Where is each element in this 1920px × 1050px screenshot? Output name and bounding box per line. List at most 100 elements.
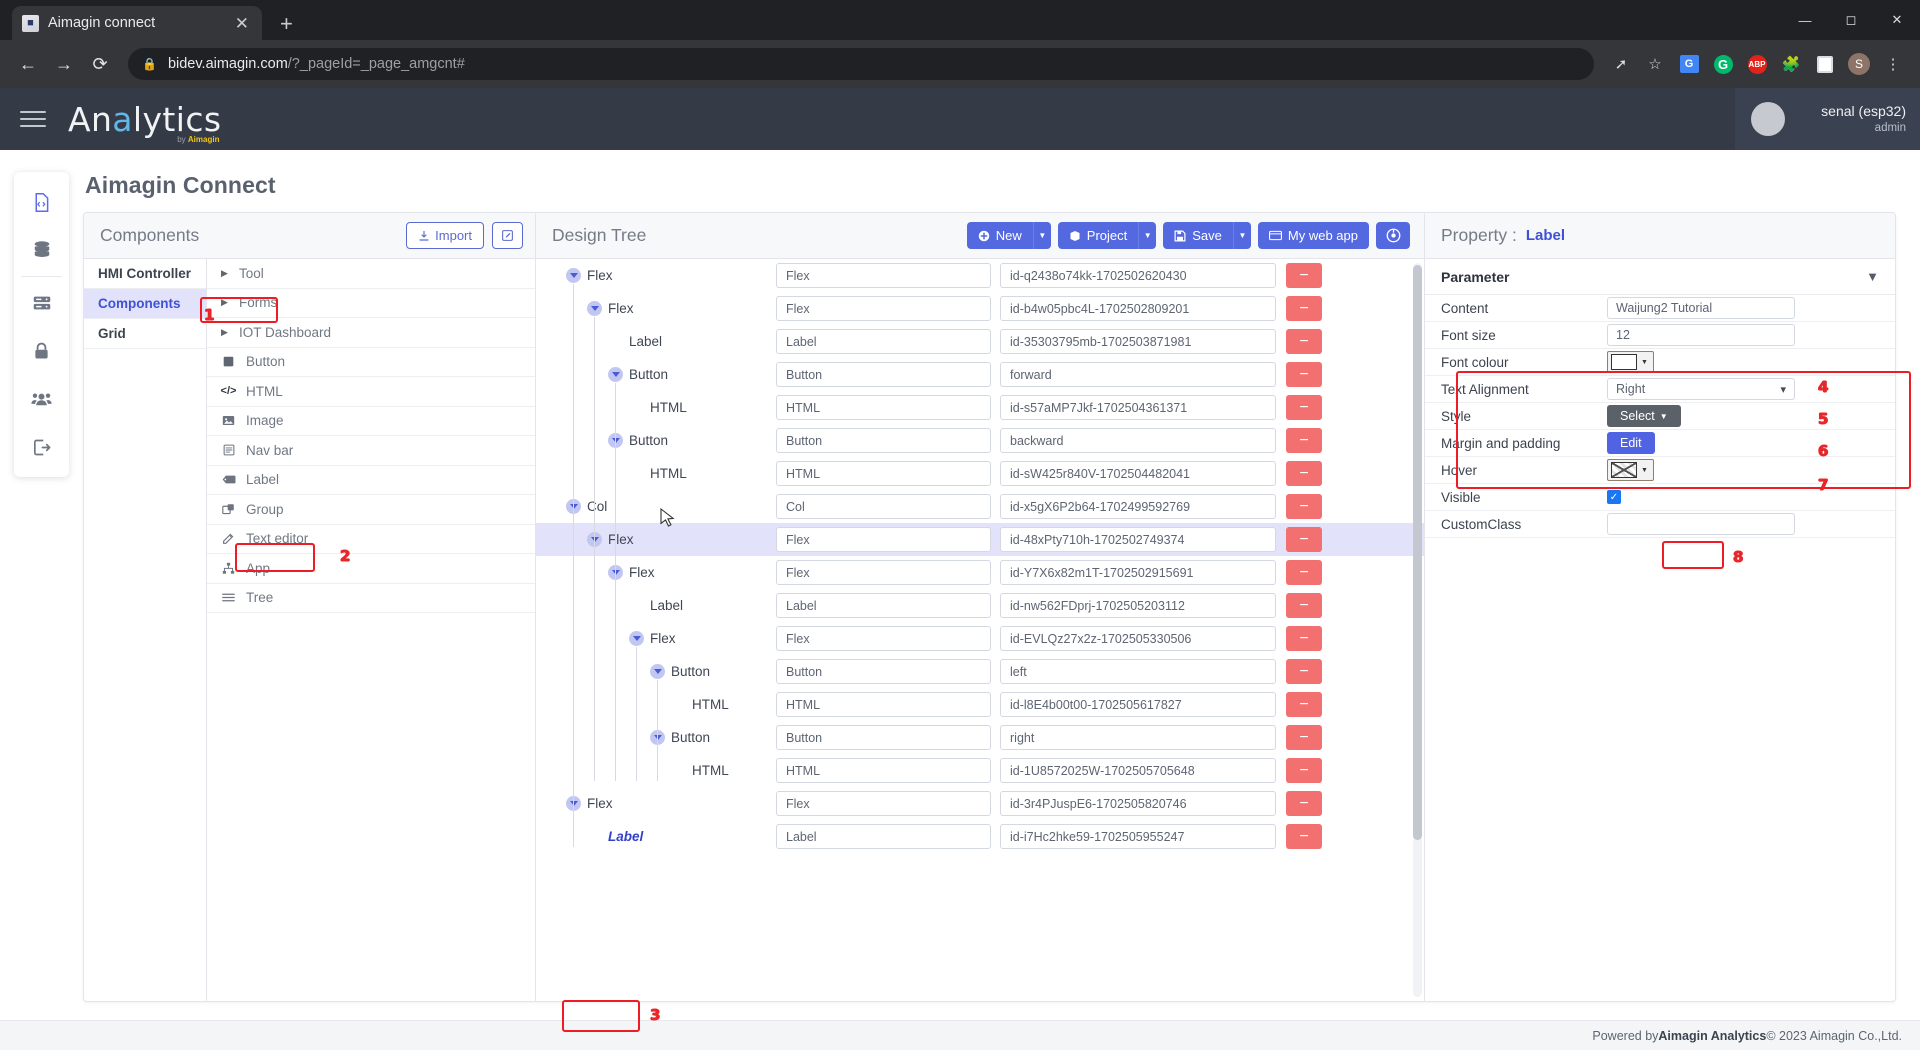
remove-node-button[interactable]: − — [1286, 362, 1322, 387]
tree-node-id-field[interactable]: id-x5gX6P2b64-1702499592769 — [1000, 494, 1276, 519]
chrome-menu-icon[interactable]: ⋮ — [1878, 49, 1908, 79]
tree-node-type-field[interactable]: Flex — [776, 791, 991, 816]
remove-node-button[interactable]: − — [1286, 725, 1322, 750]
design-tree-scrollbar[interactable] — [1413, 263, 1422, 997]
grammarly-icon[interactable]: G — [1708, 49, 1738, 79]
adblock-plus-icon[interactable]: ABP — [1742, 49, 1772, 79]
tree-node-type-field[interactable]: HTML — [776, 758, 991, 783]
save-dropdown-caret[interactable]: ▼ — [1232, 222, 1251, 249]
edit-components-button[interactable] — [492, 222, 523, 249]
tree-node-id-field[interactable]: backward — [1000, 428, 1276, 453]
customclass-field[interactable] — [1607, 513, 1795, 535]
remove-node-button[interactable]: − — [1286, 593, 1322, 618]
preview-button[interactable] — [1376, 222, 1410, 249]
sidebar-item-security[interactable] — [14, 327, 69, 375]
design-tree-row[interactable]: HTML HTML id-l8E4b00t00-1702505617827− — [536, 688, 1424, 721]
tree-node-type-field[interactable]: Flex — [776, 560, 991, 585]
font-colour-picker[interactable]: ▼ — [1607, 351, 1654, 373]
bookmark-star-icon[interactable]: ☆ — [1640, 49, 1670, 79]
tree-node-id-field[interactable]: id-q2438o74kk-1702502620430 — [1000, 263, 1276, 288]
component-group-tool[interactable]: ▶ Tool — [207, 259, 535, 289]
caret-down-icon[interactable]: ▼ — [1640, 467, 1653, 474]
tree-node-type-field[interactable]: Flex — [776, 296, 991, 321]
tree-node-id-field[interactable]: id-sW425r840V-1702504482041 — [1000, 461, 1276, 486]
tree-node-type-field[interactable]: Flex — [776, 626, 991, 651]
design-tree-row[interactable]: Button Button backward − — [536, 424, 1424, 457]
tree-node-id-field[interactable]: id-3r4PJuspE6-1702505820746 — [1000, 791, 1276, 816]
component-item-app[interactable]: App — [207, 554, 535, 584]
component-item-tree[interactable]: Tree — [207, 584, 535, 613]
reading-list-icon[interactable] — [1810, 49, 1840, 79]
design-tree-row[interactable]: Flex Flex id-b4w05pbc4L-1702502809201− — [536, 292, 1424, 325]
parameter-section-header[interactable]: Parameter ▼ — [1425, 259, 1895, 295]
new-dropdown-caret[interactable]: ▼ — [1032, 222, 1051, 249]
remove-node-button[interactable]: − — [1286, 461, 1322, 486]
close-icon[interactable]: ✕ — [232, 15, 252, 32]
caret-down-icon[interactable]: ▼ — [1640, 359, 1653, 366]
component-group-iot-dashboard[interactable]: ▶ IOT Dashboard — [207, 318, 535, 348]
tree-node-id-field[interactable]: right — [1000, 725, 1276, 750]
google-translate-icon[interactable]: G — [1674, 49, 1704, 79]
component-item-html[interactable]: </> HTML — [207, 377, 535, 407]
category-components[interactable]: Components — [84, 289, 206, 319]
scrollbar-thumb[interactable] — [1413, 265, 1422, 840]
tree-node-type-field[interactable]: HTML — [776, 692, 991, 717]
component-item-text-editor[interactable]: Text editor — [207, 525, 535, 554]
design-tree-row[interactable]: Flex Flex id-q2438o74kk-1702502620430− — [536, 259, 1424, 292]
design-tree-row[interactable]: HTML HTML id-sW425r840V-1702504482041− — [536, 457, 1424, 490]
my-web-app-button[interactable]: My web app — [1257, 222, 1369, 249]
tree-node-type-field[interactable]: Button — [776, 659, 991, 684]
design-tree-row[interactable]: Flex Flex id-3r4PJuspE6-1702505820746− — [536, 787, 1424, 820]
tree-node-id-field[interactable]: id-48xPty710h-1702502749374 — [1000, 527, 1276, 552]
sidebar-item-users[interactable] — [14, 375, 69, 423]
component-item-label[interactable]: Label — [207, 466, 535, 495]
remove-node-button[interactable]: − — [1286, 791, 1322, 816]
chevron-down-icon[interactable]: ▼ — [1866, 269, 1879, 284]
remove-node-button[interactable]: − — [1286, 395, 1322, 420]
profile-avatar-icon[interactable]: S — [1844, 49, 1874, 79]
back-arrow-icon[interactable]: ← — [12, 48, 44, 80]
tree-node-type-field[interactable]: Button — [776, 725, 991, 750]
design-tree-row[interactable]: Flex Flex id-Y7X6x82m1T-1702502915691− — [536, 556, 1424, 589]
caret-down-icon[interactable] — [629, 631, 644, 646]
remove-node-button[interactable]: − — [1286, 560, 1322, 585]
design-tree-row[interactable]: Label Label id-i7Hc2hke59-1702505955247− — [536, 820, 1424, 853]
sidebar-item-server[interactable] — [14, 279, 69, 327]
browser-tab[interactable]: ■ Aimagin connect ✕ — [12, 6, 262, 40]
design-tree-row[interactable]: Flex Flex id-EVLQz27x2z-1702505330506− — [536, 622, 1424, 655]
design-tree-row[interactable]: Button Button forward − — [536, 358, 1424, 391]
sidebar-item-database[interactable] — [14, 226, 69, 274]
remove-node-button[interactable]: − — [1286, 692, 1322, 717]
tree-node-type-field[interactable]: Flex — [776, 263, 991, 288]
component-group-forms[interactable]: ▶ Forms — [207, 289, 535, 318]
tree-node-id-field[interactable]: id-l8E4b00t00-1702505617827 — [1000, 692, 1276, 717]
design-tree-row[interactable]: HTML HTML id-1U8572025W-1702505705648− — [536, 754, 1424, 787]
tree-node-type-field[interactable]: HTML — [776, 395, 991, 420]
design-tree-row[interactable]: Button Button left − — [536, 655, 1424, 688]
tree-node-type-field[interactable]: HTML — [776, 461, 991, 486]
tree-node-id-field[interactable]: id-EVLQz27x2z-1702505330506 — [1000, 626, 1276, 651]
sidebar-item-code[interactable] — [14, 178, 69, 226]
component-item-nav-bar[interactable]: Nav bar — [207, 436, 535, 466]
component-item-button[interactable]: Button — [207, 348, 535, 377]
caret-down-icon[interactable] — [608, 367, 623, 382]
content-field[interactable]: Waijung2 Tutorial — [1607, 297, 1795, 319]
caret-down-icon[interactable] — [566, 268, 581, 283]
extensions-puzzle-icon[interactable]: 🧩 — [1776, 49, 1806, 79]
share-icon[interactable]: ➚ — [1606, 49, 1636, 79]
address-bar[interactable]: 🔒 bidev.aimagin.com/?_pageId=_page_amgcn… — [128, 48, 1594, 80]
tree-node-id-field[interactable]: id-Y7X6x82m1T-1702502915691 — [1000, 560, 1276, 585]
sidebar-item-logout[interactable] — [14, 423, 69, 471]
tree-node-id-field[interactable]: id-i7Hc2hke59-1702505955247 — [1000, 824, 1276, 849]
caret-down-icon[interactable] — [650, 664, 665, 679]
hover-colour-picker[interactable]: ▼ — [1607, 459, 1654, 481]
remove-node-button[interactable]: − — [1286, 659, 1322, 684]
remove-node-button[interactable]: − — [1286, 494, 1322, 519]
design-tree-row[interactable]: Col Col id-x5gX6P2b64-1702499592769− — [536, 490, 1424, 523]
user-menu[interactable]: senal (esp32) admin — [1735, 88, 1920, 150]
margin-padding-edit-button[interactable]: Edit — [1607, 432, 1655, 454]
tree-node-type-field[interactable]: Button — [776, 428, 991, 453]
tree-node-id-field[interactable]: id-s57aMP7Jkf-1702504361371 — [1000, 395, 1276, 420]
save-button[interactable]: Save — [1163, 222, 1233, 249]
remove-node-button[interactable]: − — [1286, 263, 1322, 288]
